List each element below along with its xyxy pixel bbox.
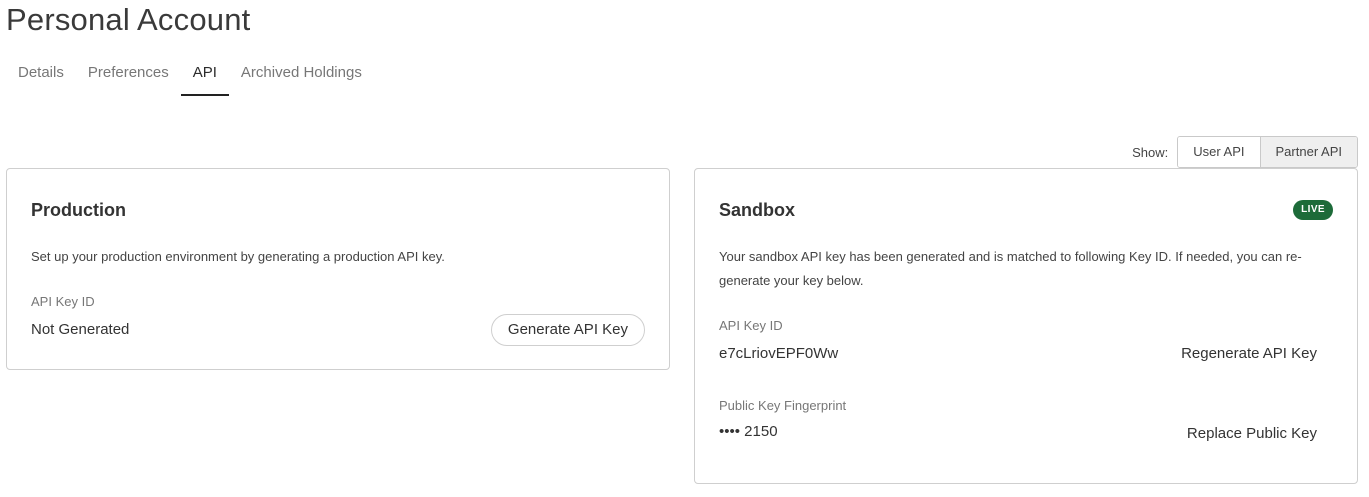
- regenerate-api-key-button[interactable]: Regenerate API Key: [1181, 345, 1317, 362]
- tab-api[interactable]: API: [180, 56, 230, 96]
- tab-details[interactable]: Details: [6, 56, 76, 96]
- sandbox-description: Your sandbox API key has been generated …: [719, 249, 1302, 288]
- api-type-toggle: Show: User API Partner API: [1132, 136, 1358, 168]
- personal-account-page: Personal Account Details Preferences API…: [0, 0, 1369, 497]
- tab-archived-holdings[interactable]: Archived Holdings: [229, 56, 374, 96]
- production-title: Production: [31, 200, 126, 220]
- production-api-key-label: API Key ID: [31, 294, 95, 309]
- production-description: Set up your production environment by ge…: [31, 249, 445, 264]
- show-label: Show:: [1132, 144, 1169, 160]
- account-tabs: Details Preferences API Archived Holding…: [6, 56, 374, 96]
- generate-api-key-button[interactable]: Generate API Key: [490, 314, 645, 346]
- sandbox-title: Sandbox: [719, 200, 796, 220]
- api-type-segmented-control: User API Partner API: [1177, 136, 1358, 168]
- production-api-key-value: Not Generated: [31, 321, 130, 338]
- partner-api-option[interactable]: Partner API: [1259, 137, 1357, 167]
- public-key-fingerprint-value: •••• 2150: [719, 423, 778, 440]
- user-api-option[interactable]: User API: [1178, 137, 1260, 167]
- sandbox-card: Sandbox LIVE Your sandbox API key has be…: [694, 168, 1358, 484]
- live-status-badge: LIVE: [1293, 200, 1333, 220]
- sandbox-api-key-value: e7cLriovEPF0Ww: [719, 345, 839, 362]
- sandbox-api-key-label: API Key ID: [719, 318, 783, 333]
- public-key-fingerprint-label: Public Key Fingerprint: [719, 398, 847, 413]
- replace-public-key-button[interactable]: Replace Public Key: [1187, 425, 1317, 442]
- page-title: Personal Account: [6, 2, 251, 37]
- production-card: Production Set up your production enviro…: [6, 168, 670, 370]
- tab-preferences[interactable]: Preferences: [76, 56, 181, 96]
